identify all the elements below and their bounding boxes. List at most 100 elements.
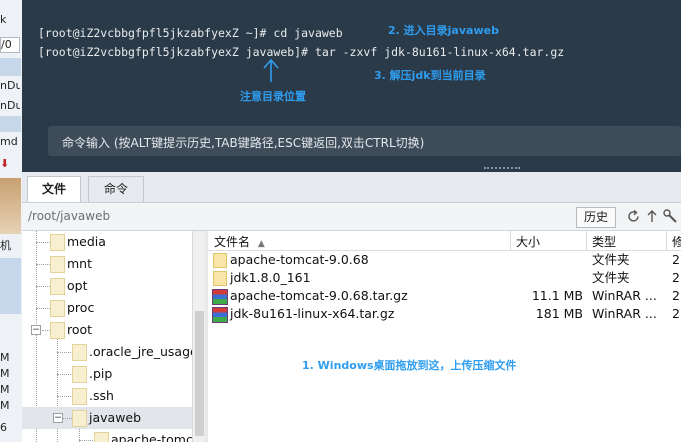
tree-item[interactable]: .oracle_jre_usage xyxy=(22,341,192,363)
annotation-extract: 3. 解压jdk到当前目录 xyxy=(374,69,486,82)
folder-icon xyxy=(50,300,65,317)
file-modified: 2 xyxy=(672,288,680,303)
file-list-header: 文件名 ▲ 大小 类型 修 xyxy=(208,231,681,251)
tools-icon[interactable] xyxy=(662,208,678,224)
annotation-enter-dir: 2. 进入目录javaweb xyxy=(388,24,499,37)
command-input-bar[interactable]: 命令输入 (按ALT键提示历史,TAB键路径,ESC键返回,双击CTRL切换) xyxy=(48,126,681,156)
file-row[interactable]: apache-tomcat-9.0.68 文件夹 2 xyxy=(208,251,681,269)
folder-icon xyxy=(72,388,87,405)
column-size[interactable]: 大小 xyxy=(516,233,540,250)
tree-item[interactable]: .ssh xyxy=(22,385,192,407)
file-size: 181 MB xyxy=(535,306,583,321)
folder-icon xyxy=(72,410,87,427)
tree-scrollbar[interactable] xyxy=(192,231,206,442)
strip-highlight xyxy=(0,58,21,76)
tree-item-label: javaweb xyxy=(89,410,142,425)
command-input-hint: 命令输入 (按ALT键提示历史,TAB键路径,ESC键返回,双击CTRL切换) xyxy=(62,136,425,150)
tree-item-label: .pip xyxy=(89,366,113,381)
collapse-toggle[interactable]: − xyxy=(53,413,63,423)
folder-icon xyxy=(50,322,65,339)
tree-item[interactable]: .pip xyxy=(22,363,192,385)
folder-icon xyxy=(72,366,87,383)
folder-icon xyxy=(50,256,65,273)
strip-graph xyxy=(0,178,21,234)
strip-text: M xyxy=(0,367,10,380)
tree-item[interactable]: proc xyxy=(22,297,192,319)
column-name-label: 文件名 xyxy=(214,235,251,249)
file-row[interactable]: jdk-8u161-linux-x64.tar.gz 181 MB WinRAR… xyxy=(208,305,681,323)
scrollbar-thumb[interactable] xyxy=(195,311,204,436)
file-name: apache-tomcat-9.0.68 xyxy=(230,252,369,267)
file-type: 文件夹 xyxy=(592,252,630,267)
strip-input[interactable]: /0 xyxy=(0,37,20,53)
path-bar: /root/javaweb 历史 xyxy=(22,203,681,231)
folder-icon xyxy=(94,432,109,442)
column-modified[interactable]: 修 xyxy=(672,233,681,250)
tree-item-selected[interactable]: − javaweb xyxy=(22,407,192,429)
tree-item[interactable]: − root xyxy=(22,319,192,341)
strip-text: M xyxy=(0,399,10,412)
file-type: 文件夹 xyxy=(592,270,630,285)
tree-item[interactable]: media xyxy=(22,231,192,253)
terminal-panel[interactable]: [root@iZ2vcbbgfpfl5jkzabfyexZ ~]# cd jav… xyxy=(22,0,681,172)
annotation-drag-upload: 1. Windows桌面拖放到这，上传压缩文件 xyxy=(302,359,517,372)
tab-bar: 文件 命令 xyxy=(22,172,681,203)
annotation-note-location: 注意目录位置 xyxy=(240,90,306,103)
column-name[interactable]: 文件名 ▲ xyxy=(214,233,265,250)
strip-highlight xyxy=(0,116,21,132)
file-type: WinRAR ... xyxy=(592,288,657,303)
sort-asc-icon: ▲ xyxy=(257,239,265,249)
strip-text: k xyxy=(0,13,7,26)
file-name: jdk1.8.0_161 xyxy=(230,270,311,285)
left-panel-strip: k /0 nDu nDu md ⬇ 机 M M M M 6 xyxy=(0,0,23,442)
folder-icon xyxy=(213,253,227,268)
winrar-archive-icon xyxy=(212,307,228,323)
strip-text[interactable]: nDu xyxy=(0,78,20,94)
tree-item-label: .ssh xyxy=(89,388,114,403)
column-type[interactable]: 类型 xyxy=(592,233,616,250)
terminal-line: [root@iZ2vcbbgfpfl5jkzabfyexZ javaweb]# … xyxy=(38,45,565,59)
file-name: apache-tomcat-9.0.68.tar.gz xyxy=(230,288,408,303)
tree-item-label: apache-tomcat xyxy=(111,432,192,442)
refresh-icon[interactable] xyxy=(626,209,641,224)
file-size: 11.1 MB xyxy=(531,288,583,303)
folder-icon xyxy=(213,271,227,286)
file-row[interactable]: apache-tomcat-9.0.68.tar.gz 11.1 MB WinR… xyxy=(208,287,681,305)
file-modified: 2 xyxy=(672,306,680,321)
folder-icon xyxy=(50,234,65,251)
tree-item-label: proc xyxy=(67,300,95,315)
strip-highlight xyxy=(0,258,21,314)
file-modified: 2 xyxy=(672,252,680,267)
tab-files[interactable]: 文件 xyxy=(27,176,81,202)
tree-item-label: mnt xyxy=(67,256,92,271)
folder-icon xyxy=(72,344,87,361)
down-arrow-icon[interactable]: ⬇ xyxy=(0,156,20,172)
tab-commands[interactable]: 命令 xyxy=(88,176,144,202)
file-row[interactable]: jdk1.8.0_161 文件夹 2 xyxy=(208,269,681,287)
tree-item[interactable]: mnt xyxy=(22,253,192,275)
strip-text[interactable]: md xyxy=(0,134,20,150)
parent-directory-icon[interactable] xyxy=(646,209,658,224)
terminal-line: [root@iZ2vcbbgfpfl5jkzabfyexZ ~]# cd jav… xyxy=(38,26,343,40)
winrar-archive-icon xyxy=(212,289,228,305)
collapse-toggle[interactable]: − xyxy=(31,325,41,335)
history-button[interactable]: 历史 xyxy=(576,207,616,228)
file-name: jdk-8u161-linux-x64.tar.gz xyxy=(230,306,395,321)
file-list[interactable]: 文件名 ▲ 大小 类型 修 apache-tomcat-9.0.68 文件夹 2… xyxy=(208,231,681,442)
file-modified: 2 xyxy=(672,270,680,285)
tree-item[interactable]: opt xyxy=(22,275,192,297)
file-type: WinRAR ... xyxy=(592,306,657,321)
strip-text: 6 xyxy=(0,421,7,434)
up-arrow-icon xyxy=(263,58,279,82)
tree-item-label: media xyxy=(67,234,106,249)
strip-text: M xyxy=(0,351,10,364)
tree-item-label: .oracle_jre_usage xyxy=(89,344,192,359)
path-input[interactable]: /root/javaweb xyxy=(28,209,110,223)
strip-text[interactable]: nDu xyxy=(0,98,20,114)
tree-item-label: opt xyxy=(67,278,88,293)
tree-item-label: root xyxy=(67,322,93,337)
directory-tree[interactable]: media mnt opt proc − root .oracle_jre_us… xyxy=(22,231,192,442)
strip-text: 机 xyxy=(0,239,11,252)
folder-icon xyxy=(50,278,65,295)
tree-item[interactable]: apache-tomcat xyxy=(22,429,192,442)
